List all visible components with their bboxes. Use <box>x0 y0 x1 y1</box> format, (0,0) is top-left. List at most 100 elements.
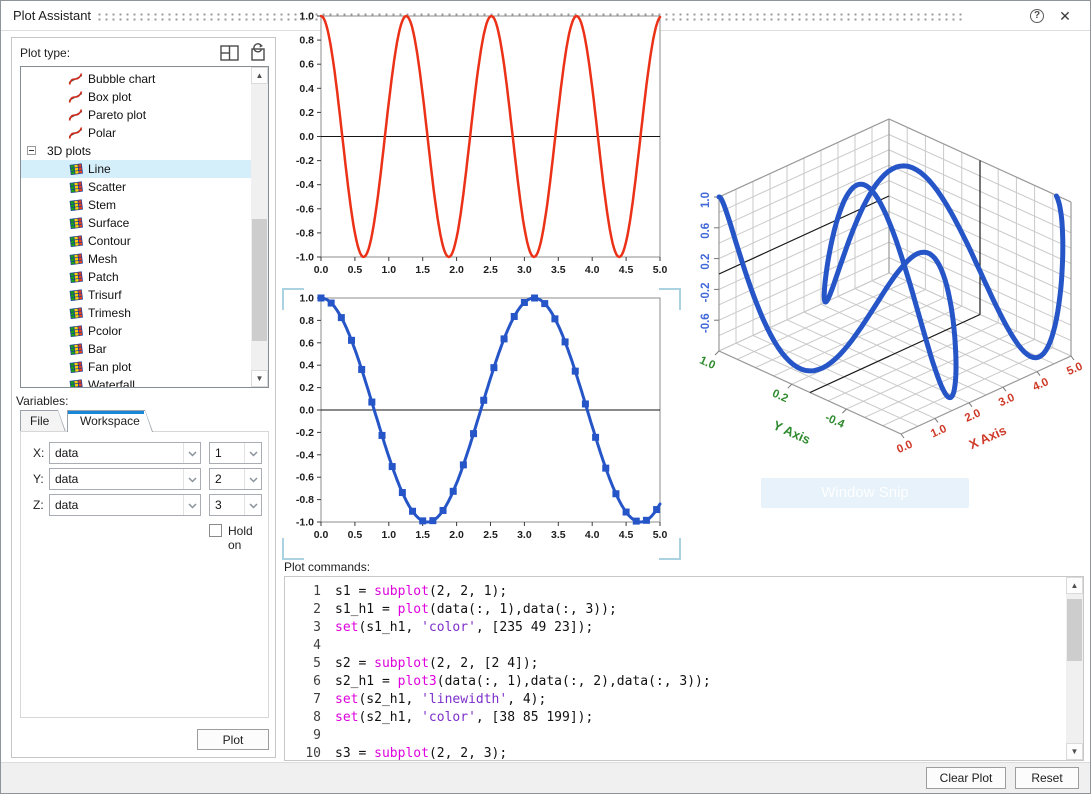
square-marker <box>379 432 386 439</box>
svg-text:-0.6: -0.6 <box>296 203 314 215</box>
svg-text:4.5: 4.5 <box>619 529 634 541</box>
z-column-select[interactable]: 3 <box>209 494 262 516</box>
clear-plot-button[interactable]: Clear Plot <box>926 767 1006 789</box>
scroll-up-icon[interactable]: ▲ <box>251 67 268 84</box>
chevron-down-icon[interactable] <box>183 443 200 463</box>
reset-button[interactable]: Reset <box>1015 767 1079 789</box>
svg-text:1.5: 1.5 <box>415 264 430 276</box>
tree-item-3d-plots[interactable]: 3D plots <box>21 142 252 160</box>
line-number: 9 <box>285 727 321 745</box>
code-line-10: 10s3 = subplot(2, 2, 3); <box>285 745 1055 761</box>
tree-item-line[interactable]: Line <box>21 160 252 178</box>
help-icon[interactable]: ? <box>1030 9 1044 23</box>
grid-line <box>788 384 792 388</box>
tab-file[interactable]: File <box>20 410 66 432</box>
scroll-up-icon[interactable]: ▲ <box>1066 577 1083 594</box>
tree-item-stem[interactable]: Stem <box>21 196 252 214</box>
hold-on-checkbox[interactable] <box>209 524 222 537</box>
tree-item-patch[interactable]: Patch <box>21 268 252 286</box>
tree-item-trimesh[interactable]: Trimesh <box>21 304 252 322</box>
svg-text:0.2: 0.2 <box>299 107 314 119</box>
hold-on-label: Hold on <box>228 524 268 552</box>
footer-bar: Clear Plot Reset <box>1 762 1090 794</box>
subplot-1-red-cosine[interactable]: 0.00.51.01.52.02.53.03.54.04.55.01.00.80… <box>286 9 676 281</box>
code-line-3: 3set(s1_h1, 'color', [235 49 23]); <box>285 619 1055 637</box>
tree-item-pareto-plot[interactable]: Pareto plot <box>21 106 252 124</box>
square-marker <box>419 517 426 524</box>
chevron-down-icon[interactable] <box>183 469 200 489</box>
axis-label: Y: <box>33 472 44 486</box>
y-column-select[interactable]: 2 <box>209 468 262 490</box>
chevron-down-icon[interactable] <box>244 495 261 515</box>
square-marker <box>551 315 558 322</box>
svg-text:0.6: 0.6 <box>299 59 314 71</box>
svg-text:Z Axis: Z Axis <box>696 259 698 298</box>
tree-item-contour[interactable]: Contour <box>21 232 252 250</box>
svg-text:2.0: 2.0 <box>963 407 982 424</box>
tree-item-fan-plot[interactable]: Fan plot <box>21 358 252 376</box>
svg-text:0.0: 0.0 <box>299 405 314 417</box>
square-marker <box>511 313 518 320</box>
variable-row-z: Z:data3 <box>21 494 268 516</box>
close-icon[interactable]: ✕ <box>1056 7 1074 25</box>
tree-item-mesh[interactable]: Mesh <box>21 250 252 268</box>
tree-item-waterfall[interactable]: Waterfall <box>21 376 252 388</box>
svg-text:0.8: 0.8 <box>299 35 314 47</box>
svg-text:0.6: 0.6 <box>299 337 314 349</box>
commands-scrollbar[interactable]: ▲ ▼ <box>1066 577 1083 760</box>
tree-item-box-plot[interactable]: Box plot <box>21 88 252 106</box>
y-variable-select[interactable]: data <box>49 468 201 490</box>
tree-item-pcolor[interactable]: Pcolor <box>21 322 252 340</box>
chevron-down-icon[interactable] <box>244 469 261 489</box>
scroll-down-icon[interactable]: ▼ <box>251 370 268 387</box>
square-marker <box>440 507 447 514</box>
tree-item-trisurf[interactable]: Trisurf <box>21 286 252 304</box>
x-variable-select[interactable]: data <box>49 442 201 464</box>
tree-item-polar[interactable]: Polar <box>21 124 252 142</box>
tree-item-label: Trimesh <box>88 306 131 320</box>
svg-text:2.5: 2.5 <box>483 529 498 541</box>
combo-value: 2 <box>215 472 222 486</box>
reset-layout-icon[interactable] <box>248 43 272 63</box>
svg-text:0.8: 0.8 <box>299 315 314 327</box>
tree-item-label: Patch <box>88 270 119 284</box>
svg-text:1.0: 1.0 <box>700 192 712 208</box>
square-marker <box>653 506 660 513</box>
tree-item-label: Pcolor <box>88 324 122 338</box>
scrollbar-thumb[interactable] <box>1067 599 1082 661</box>
subplot-2-3d-line[interactable]: 0.01.02.03.04.05.01.00.2-0.41.00.60.2-0.… <box>696 106 1088 501</box>
tree-item-label: Line <box>88 162 111 176</box>
tree-item-scatter[interactable]: Scatter <box>21 178 252 196</box>
svg-text:0.5: 0.5 <box>348 529 363 541</box>
tree-scrollbar[interactable]: ▲ ▼ <box>251 67 268 387</box>
scrollbar-thumb[interactable] <box>252 219 267 341</box>
scroll-down-icon[interactable]: ▼ <box>1066 743 1083 760</box>
axis-label: X: <box>33 446 44 460</box>
square-marker <box>368 399 375 406</box>
tree-item-surface[interactable]: Surface <box>21 214 252 232</box>
z-variable-select[interactable]: data <box>49 494 201 516</box>
svg-text:1.0: 1.0 <box>929 423 948 440</box>
plot-type-label: Plot type: <box>20 46 70 60</box>
svg-text:-0.8: -0.8 <box>296 227 314 239</box>
x-column-select[interactable]: 1 <box>209 442 262 464</box>
svg-text:5.0: 5.0 <box>653 264 668 276</box>
tab-workspace[interactable]: Workspace <box>67 410 153 432</box>
square-marker <box>450 488 457 495</box>
subplot-layout-icon[interactable] <box>217 43 241 63</box>
plot-button[interactable]: Plot <box>197 729 269 750</box>
chevron-down-icon[interactable] <box>183 495 200 515</box>
square-marker <box>562 338 569 345</box>
subplot-3-blue-cosine[interactable]: 0.00.51.01.52.02.53.03.54.04.55.01.00.80… <box>286 289 676 561</box>
combo-value: data <box>55 498 78 512</box>
plot-commands-editor[interactable]: 1s1 = subplot(2, 2, 1);2s1_h1 = plot(dat… <box>284 576 1084 761</box>
chevron-down-icon[interactable] <box>244 443 261 463</box>
line-number: 7 <box>285 691 321 709</box>
square-marker <box>582 400 589 407</box>
tree-item-bubble-chart[interactable]: Bubble chart <box>21 70 252 88</box>
svg-text:5.0: 5.0 <box>653 529 668 541</box>
plot-type-tree[interactable]: WaterfallFan plotBar Pcolor Trimesh Trisurf… <box>20 66 269 388</box>
tree-item-bar[interactable]: Bar <box>21 340 252 358</box>
svg-text:1.0: 1.0 <box>299 293 314 305</box>
expander-minus-icon[interactable] <box>27 146 36 155</box>
